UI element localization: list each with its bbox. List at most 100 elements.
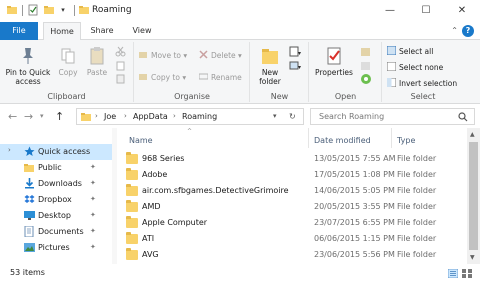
- new-folder-big-icon: [262, 49, 278, 64]
- column-header-name[interactable]: Name: [129, 136, 153, 145]
- quick-access-dropdown-icon[interactable]: ▾: [56, 0, 70, 20]
- column-header-date[interactable]: Date modified: [314, 136, 371, 145]
- history-icon[interactable]: [360, 73, 372, 85]
- clipboard-group: Pin to Quick access Copy Paste Clipboard: [0, 42, 134, 102]
- copy-to-label: Copy to ▾: [151, 73, 187, 82]
- table-row[interactable]: AMD 20/05/2015 3:55 PM File folder: [117, 200, 467, 216]
- cut-icon[interactable]: [115, 46, 126, 57]
- back-arrow-icon[interactable]: ←: [8, 110, 17, 123]
- sort-ascending-icon: ^: [187, 128, 193, 135]
- column-divider[interactable]: [391, 128, 392, 148]
- large-icons-view-icon[interactable]: [462, 269, 472, 278]
- properties-button[interactable]: Properties: [312, 46, 356, 77]
- refresh-icon[interactable]: ↻: [289, 112, 296, 121]
- organise-label: Organise: [174, 92, 210, 101]
- scroll-down-icon[interactable]: ▼: [470, 254, 475, 261]
- move-to-button[interactable]: Move to ▾: [139, 50, 187, 61]
- copy-to-button[interactable]: Copy to ▾: [139, 72, 186, 83]
- copy-to-icon: [139, 74, 147, 80]
- file-type: File folder: [397, 170, 437, 179]
- expand-chevron-icon[interactable]: ›: [8, 146, 11, 154]
- tab-file[interactable]: File: [0, 22, 38, 40]
- new-folder-icon[interactable]: [43, 4, 55, 16]
- tab-home[interactable]: Home: [43, 22, 81, 41]
- ribbon-collapse-icon[interactable]: ⌃: [451, 26, 458, 35]
- edit-icon[interactable]: [360, 60, 372, 71]
- scroll-up-icon[interactable]: ▲: [470, 131, 475, 138]
- invert-selection-button[interactable]: Invert selection: [387, 78, 457, 89]
- title-bar: ▾ Roaming — ☐ ✕: [0, 0, 480, 22]
- column-divider[interactable]: [308, 128, 309, 148]
- nav-label: Downloads: [38, 179, 82, 188]
- minimize-button[interactable]: —: [372, 0, 408, 20]
- nav-label: Dropbox: [38, 195, 72, 204]
- address-dropdown-icon[interactable]: ▾: [273, 112, 277, 120]
- organise-group: Move to ▾ Copy to ▾ Delete ▾ Rename Orga…: [135, 42, 250, 102]
- address-bar[interactable]: › Joe › AppData › Roaming ▾ ↻: [76, 108, 304, 125]
- delete-button[interactable]: Delete ▾: [199, 50, 242, 61]
- copy-button[interactable]: Copy: [56, 46, 80, 77]
- pin-to-quick-access-button[interactable]: Pin to Quick access: [2, 46, 54, 86]
- new-folder-label: New folder: [259, 68, 281, 86]
- rename-button[interactable]: Rename: [199, 72, 242, 83]
- search-icon[interactable]: [458, 112, 468, 122]
- nav-item-downloads[interactable]: Downloads ✦: [0, 176, 112, 192]
- select-none-button[interactable]: Select none: [387, 62, 443, 73]
- table-row[interactable]: ATI 06/06/2015 1:15 PM File folder: [117, 232, 467, 248]
- search-input[interactable]: Search Roaming: [310, 108, 475, 125]
- nav-item-public[interactable]: Public ✦: [0, 160, 112, 176]
- file-name: 968 Series: [142, 154, 185, 163]
- breadcrumb-joe[interactable]: Joe: [104, 112, 116, 121]
- nav-item-desktop[interactable]: Desktop ✦: [0, 208, 112, 224]
- nav-item-documents[interactable]: Documents ✦: [0, 224, 112, 240]
- tab-view[interactable]: View: [124, 22, 160, 40]
- table-row[interactable]: AVG 23/06/2015 5:56 PM File folder: [117, 248, 467, 264]
- breadcrumb-appdata[interactable]: AppData: [133, 112, 168, 121]
- table-row[interactable]: Adobe 17/05/2015 1:08 PM File folder: [117, 168, 467, 184]
- new-folder-button[interactable]: New folder: [255, 46, 285, 86]
- file-name: Adobe: [142, 170, 168, 179]
- file-name: ATI: [142, 234, 155, 243]
- breadcrumb-roaming[interactable]: Roaming: [182, 112, 217, 121]
- nav-item-pictures[interactable]: Pictures ✦: [0, 240, 112, 256]
- open-icon[interactable]: [360, 46, 372, 57]
- new-item-icon[interactable]: ▾: [289, 46, 301, 57]
- crumb-separator-icon[interactable]: ›: [173, 112, 176, 120]
- folder-icon: [126, 152, 138, 164]
- nav-item-dropbox[interactable]: Dropbox ✦: [0, 192, 112, 208]
- properties-check-icon[interactable]: [27, 4, 39, 16]
- help-icon[interactable]: ?: [462, 25, 474, 37]
- column-header-type[interactable]: Type: [397, 136, 415, 145]
- paste-shortcut-icon[interactable]: [115, 73, 126, 84]
- nav-item-quick-access[interactable]: › Quick access: [0, 144, 112, 160]
- rename-label: Rename: [211, 73, 242, 82]
- star-icon: [24, 146, 35, 156]
- crumb-separator-icon[interactable]: ›: [95, 112, 98, 120]
- details-view-icon[interactable]: [448, 269, 458, 278]
- recent-locations-chevron-icon[interactable]: ▾: [40, 112, 44, 120]
- file-date: 23/06/2015 5:56 PM: [314, 250, 395, 259]
- table-row[interactable]: air.com.sfbgames.DetectiveGrimoire 14/06…: [117, 184, 467, 200]
- crumb-separator-icon[interactable]: ›: [124, 112, 127, 120]
- forward-arrow-icon[interactable]: →: [24, 110, 33, 123]
- pin-icon: ✦: [90, 163, 96, 171]
- ribbon: Pin to Quick access Copy Paste Clipboard…: [0, 40, 480, 104]
- table-row[interactable]: 968 Series 13/05/2015 7:55 AM File folde…: [117, 152, 467, 168]
- select-group: Select all Select none Invert selection …: [383, 42, 463, 102]
- maximize-button[interactable]: ☐: [408, 0, 444, 20]
- pictures-icon: [24, 243, 35, 252]
- select-all-button[interactable]: Select all: [387, 46, 433, 57]
- select-none-icon: [387, 62, 396, 71]
- easy-access-icon[interactable]: ▾: [289, 60, 301, 71]
- paste-button[interactable]: Paste: [84, 46, 110, 77]
- clipboard-label: Clipboard: [47, 92, 86, 101]
- copy-path-icon[interactable]: [115, 60, 126, 71]
- table-row[interactable]: Apple Computer 23/07/2015 6:55 PM File f…: [117, 216, 467, 232]
- file-type: File folder: [397, 234, 437, 243]
- close-button[interactable]: ✕: [444, 0, 480, 20]
- up-arrow-icon[interactable]: ↑: [55, 110, 64, 123]
- tab-share[interactable]: Share: [84, 22, 120, 40]
- scrollbar-thumb[interactable]: [469, 142, 478, 250]
- file-list-scrollbar[interactable]: ▲ ▼: [467, 128, 480, 264]
- pin-icon: ✦: [90, 195, 96, 203]
